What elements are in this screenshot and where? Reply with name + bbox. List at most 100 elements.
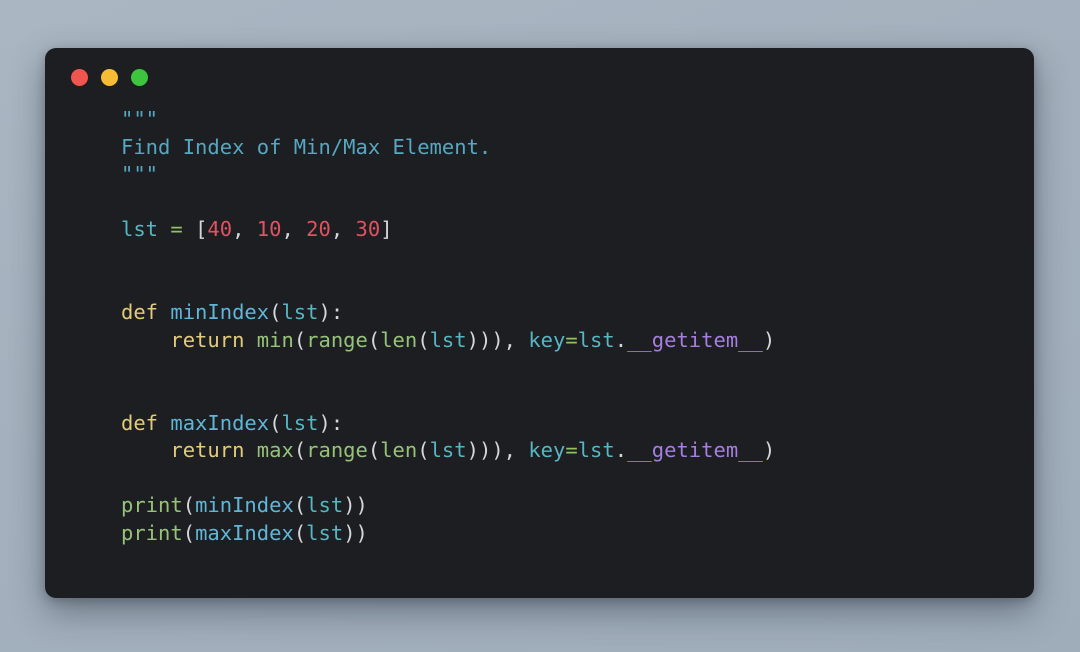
token-keyword-def: def [121,410,159,435]
maximize-icon[interactable] [131,68,148,86]
token-paren-open: ( [417,438,430,463]
token-comma: , [330,217,356,242]
token-paren-close: ) [762,327,776,352]
token-dot: . [614,438,628,463]
token-number: 10 [256,217,282,242]
token-function-call: minIndex [195,493,294,518]
token-function-call: maxIndex [195,520,294,545]
token-param: lst [281,300,319,325]
token-builtin-range: range [306,327,368,352]
code-line: return min(range(len(lst))), key=lst.__g… [121,327,1034,355]
token-function-name: maxIndex [170,410,270,435]
token-variable: lst [121,217,159,242]
token-paren-close: ) [491,438,504,463]
token-paren-open: ( [417,327,430,352]
close-icon[interactable] [71,68,88,86]
docstring-quote: """ [121,107,159,131]
token-kwarg-key: key [528,438,566,463]
token-variable: lst [577,438,615,463]
token-paren-close-pair: )) [343,520,368,545]
token-dunder-getitem: __getitem__ [627,438,763,463]
code-line: def maxIndex(lst): [121,410,1034,438]
token-operator: = [565,438,578,463]
token-operator: = [565,327,578,352]
token-variable: lst [577,327,615,352]
token-bracket-close: ] [380,217,393,242]
code-line: lst = [40, 10, 20, 30] [121,216,1034,244]
token-paren-close: ) [491,327,504,352]
docstring-text: Find Index of Min/Max Element. [121,134,492,159]
token-builtin-max: max [256,438,294,463]
token-kwarg-key: key [528,327,566,352]
token-paren-open: ( [182,520,196,545]
token-paren-open: ( [367,438,381,463]
token-comma: , [503,438,529,463]
code-window: """ Find Index of Min/Max Element. """ l… [45,48,1034,598]
token-paren-close: ) [318,300,331,325]
code-line: """ [121,161,1034,189]
token-paren-open: ( [269,410,282,435]
token-comma: , [281,217,307,242]
window-titlebar[interactable] [45,48,1034,106]
token-colon: : [330,300,344,325]
token-function-name: minIndex [170,300,270,325]
token-builtin-print: print [121,520,183,545]
token-paren-open: ( [293,327,307,352]
token-bracket-open: [ [195,217,208,242]
token-paren-open: ( [293,493,307,518]
token-builtin-print: print [121,493,183,518]
token-paren-open: ( [293,520,307,545]
token-operator: = [170,217,183,242]
docstring-quote: """ [121,162,159,187]
screenshot-stage: """ Find Index of Min/Max Element. """ l… [0,0,1080,652]
code-line: def minIndex(lst): [121,299,1034,327]
token-paren-open: ( [293,438,307,463]
token-paren-close-pair: )) [343,493,368,518]
token-dot: . [614,327,628,352]
token-keyword-def: def [121,300,159,325]
code-line: """ [121,106,1034,134]
token-builtin-min: min [256,327,294,352]
token-number: 20 [306,217,331,242]
token-variable: lst [306,520,344,545]
code-line: print(maxIndex(lst)) [121,520,1034,548]
token-keyword-return: return [170,438,245,463]
token-paren-open: ( [182,493,196,518]
token-paren-close-pair: )) [466,327,492,352]
token-builtin-len: len [380,438,418,463]
token-comma: , [503,327,529,352]
token-param: lst [281,410,319,435]
token-paren-open: ( [367,327,381,352]
token-number: 40 [207,217,233,242]
minimize-icon[interactable] [101,68,118,86]
code-line: return max(range(len(lst))), key=lst.__g… [121,437,1034,465]
token-variable: lst [429,438,467,463]
token-variable: lst [429,327,467,352]
token-variable: lst [306,493,344,518]
token-builtin-range: range [306,438,368,463]
token-colon: : [330,410,344,435]
token-comma: , [232,217,257,242]
code-editor-area[interactable]: """ Find Index of Min/Max Element. """ l… [45,106,1034,598]
token-builtin-len: len [380,327,418,352]
token-paren-close: ) [318,410,331,435]
code-line: Find Index of Min/Max Element. [121,134,1034,162]
code-line: print(minIndex(lst)) [121,492,1034,520]
token-paren-open: ( [269,300,282,325]
token-number: 30 [355,217,381,242]
token-dunder-getitem: __getitem__ [627,327,763,352]
